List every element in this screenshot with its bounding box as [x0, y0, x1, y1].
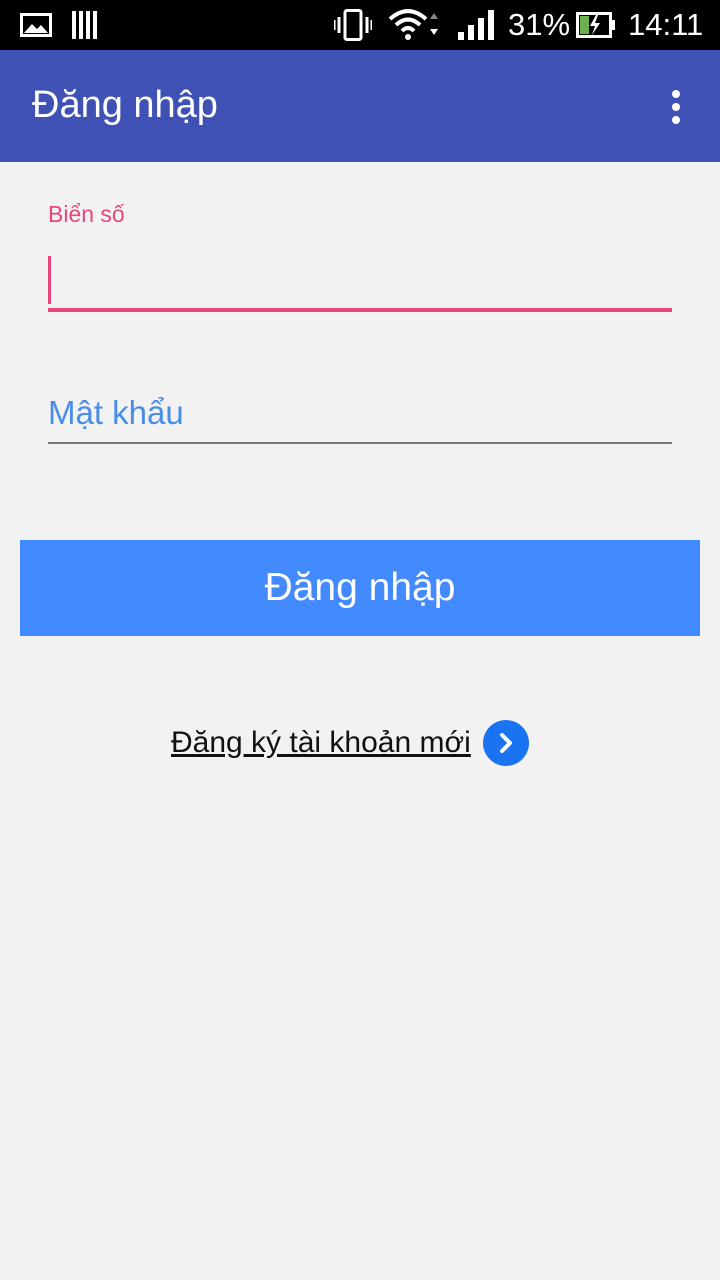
password-placeholder: Mật khẩu [48, 394, 184, 431]
signal-icon [458, 0, 494, 50]
plate-input-underline [48, 308, 672, 312]
clock: 14:11 [628, 7, 704, 42]
password-input[interactable]: Mật khẩu [48, 388, 672, 444]
login-button[interactable]: Đăng nhập [20, 540, 700, 636]
plate-input[interactable] [48, 250, 672, 312]
text-cursor [48, 256, 51, 304]
picture-icon [20, 0, 52, 50]
menu-dot [672, 103, 680, 111]
wifi-icon [388, 0, 442, 50]
page-title: Đăng nhập [32, 84, 218, 126]
vibrate-icon [334, 0, 372, 50]
menu-dot [672, 116, 680, 124]
overflow-menu-icon[interactable] [656, 86, 696, 128]
chevron-right-circle-icon[interactable] [482, 720, 529, 766]
password-input-underline [48, 442, 672, 444]
status-bar: 31% 14:11 [0, 0, 720, 50]
register-link-label: Đăng ký tài khoản mới [171, 726, 471, 759]
app-bar: Đăng nhập [0, 50, 720, 162]
battery-charging-icon [576, 0, 616, 50]
barcode-icon [72, 0, 98, 50]
register-link[interactable]: Đăng ký tài khoản mới [171, 718, 529, 768]
battery-percent: 31% [508, 7, 571, 42]
plate-field-label: Biển số [48, 201, 125, 227]
menu-dot [672, 90, 680, 98]
